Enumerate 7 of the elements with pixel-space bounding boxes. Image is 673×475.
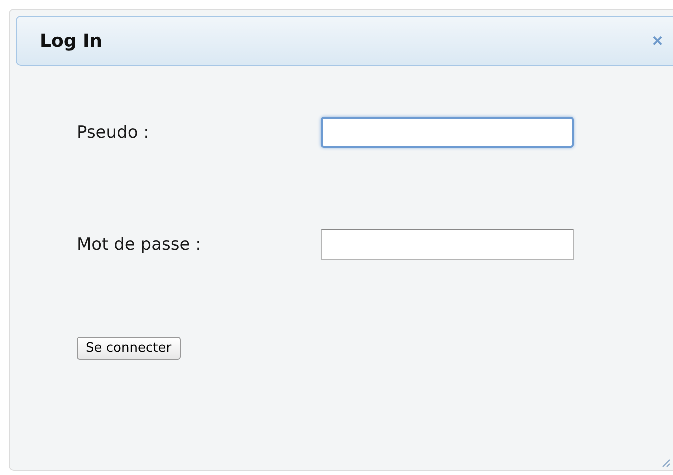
resize-grip-icon[interactable] [661,458,671,468]
input-field[interactable] [321,117,574,148]
connect-button[interactable]: Se connecter [77,337,181,360]
field-label: Pseudo : [77,122,150,142]
field-label: Mot de passe : [77,234,202,254]
input-field[interactable] [321,229,574,260]
dialog-title: Log In [40,30,102,52]
